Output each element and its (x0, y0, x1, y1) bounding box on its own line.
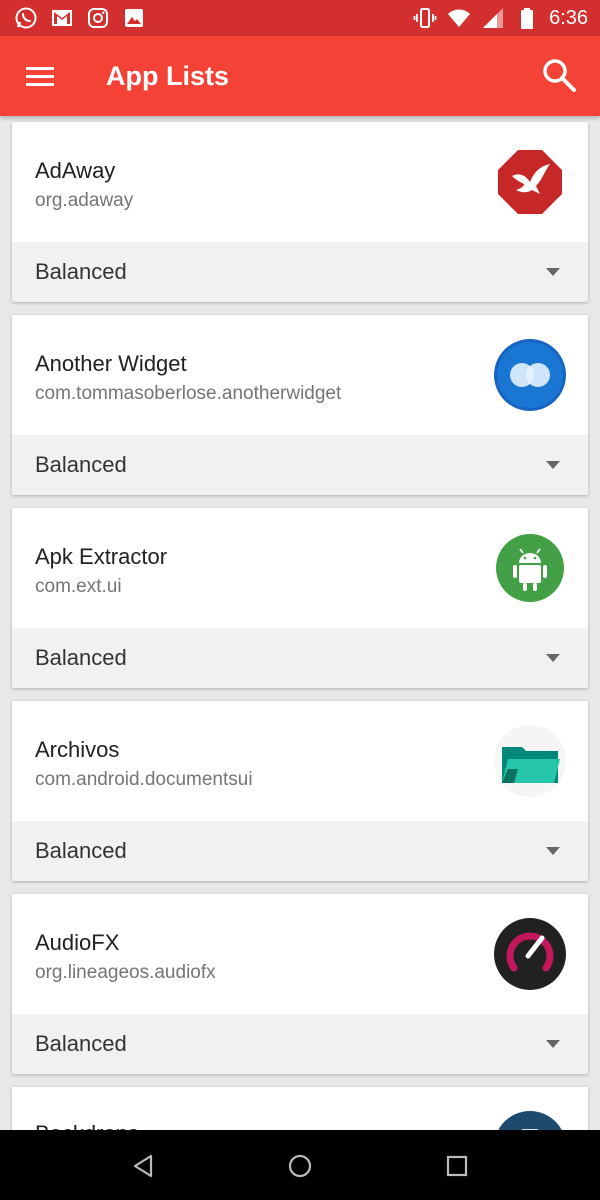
archivos-icon (494, 725, 566, 797)
back-icon[interactable] (129, 1152, 157, 1180)
profile-dropdown[interactable]: Balanced (12, 628, 588, 688)
clock: 6:36 (549, 7, 588, 29)
app-card-header[interactable]: AudioFX org.lineageos.audiofx (12, 894, 588, 1014)
app-name: Apk Extractor (35, 544, 168, 569)
recents-icon[interactable] (443, 1152, 471, 1180)
gmail-icon (52, 10, 72, 26)
notification-icons (14, 6, 146, 30)
profile-dropdown[interactable]: Balanced (12, 435, 588, 495)
profile-dropdown[interactable]: Balanced (12, 1014, 588, 1074)
apk-extractor-icon (496, 534, 564, 602)
app-name: Archivos (35, 737, 120, 762)
dropdown-arrow-icon (546, 847, 560, 855)
dropdown-arrow-icon (546, 654, 560, 662)
app-list: AdAway org.adaway Balanced Another Widge… (12, 122, 588, 1087)
app-card: Another Widget com.tommasoberlose.anothe… (12, 315, 588, 495)
app-card-header[interactable]: Another Widget com.tommasoberlose.anothe… (12, 315, 588, 435)
app-card-header[interactable]: Apk Extractor com.ext.ui (12, 508, 588, 628)
app-card: AdAway org.adaway Balanced (12, 122, 588, 302)
app-name: Another Widget (35, 351, 187, 376)
adaway-icon (498, 150, 562, 214)
dropdown-arrow-icon (546, 461, 560, 469)
gallery-icon (125, 9, 143, 27)
navigation-bar (0, 1130, 600, 1200)
app-bar: App Lists (0, 36, 600, 116)
app-package: org.lineageos.audiofx (35, 962, 216, 983)
app-card-header[interactable]: AdAway org.adaway (12, 122, 588, 242)
home-icon[interactable] (286, 1152, 314, 1180)
dropdown-arrow-icon (546, 268, 560, 276)
app-card-header[interactable]: Archivos com.android.documentsui (12, 701, 588, 821)
profile-value: Balanced (35, 645, 127, 670)
app-package: org.adaway (35, 190, 134, 211)
app-package: com.ext.ui (35, 576, 122, 597)
dropdown-arrow-icon (546, 1040, 560, 1048)
profile-value: Balanced (35, 838, 127, 863)
app-card: Apk Extractor com.ext.ui Balanced (12, 508, 588, 688)
profile-value: Balanced (35, 1031, 127, 1056)
battery-icon (521, 8, 534, 29)
audiofx-icon (494, 918, 566, 990)
app-package: com.tommasoberlose.anotherwidget (35, 383, 342, 404)
profile-value: Balanced (35, 259, 127, 284)
instagram-icon (88, 8, 108, 28)
app-name: AdAway (35, 158, 116, 183)
whatsapp-icon (15, 7, 37, 29)
another-widget-icon (494, 339, 566, 411)
signal-icon (483, 8, 504, 28)
app-package: com.android.documentsui (35, 769, 253, 790)
profile-value: Balanced (35, 452, 127, 477)
page-title: App Lists (106, 61, 230, 91)
profile-dropdown[interactable]: Balanced (12, 821, 588, 881)
hamburger-menu-icon[interactable] (24, 62, 56, 90)
vibrate-icon (413, 8, 437, 28)
system-icons: 6:36 (413, 6, 588, 30)
app-name: AudioFX (35, 930, 120, 955)
wifi-icon (448, 9, 471, 27)
search-icon[interactable] (540, 56, 578, 94)
app-card: Archivos com.android.documentsui Balance… (12, 701, 588, 881)
status-bar: 6:36 (0, 0, 600, 36)
app-card: AudioFX org.lineageos.audiofx Balanced (12, 894, 588, 1074)
profile-dropdown[interactable]: Balanced (12, 242, 588, 302)
